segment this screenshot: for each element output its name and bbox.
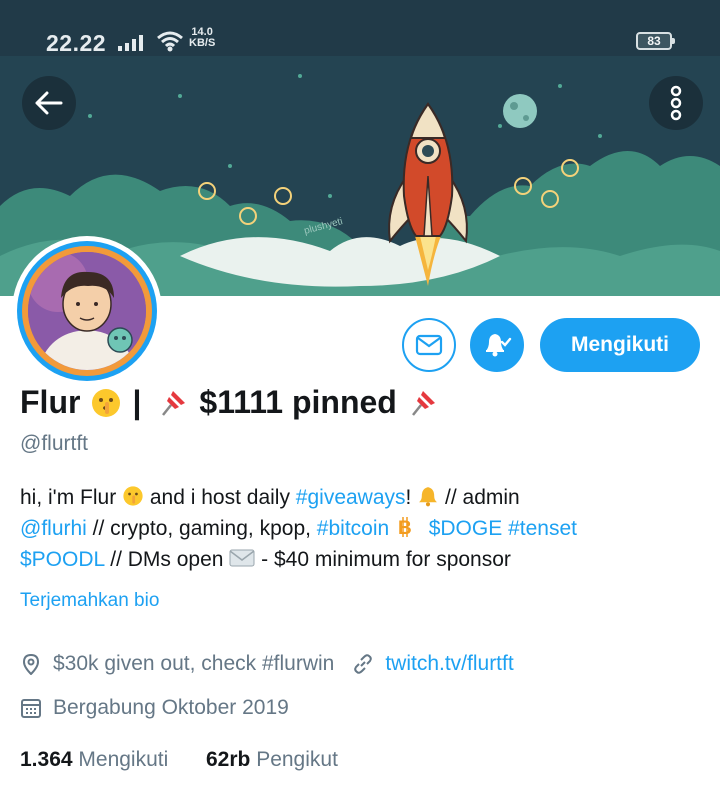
pushpin-icon xyxy=(162,390,186,416)
bell-emoji-icon xyxy=(419,487,438,507)
name-separator: | xyxy=(132,384,142,420)
profile-bio: hi, i'm Flur and i host daily #giveaways… xyxy=(20,486,577,571)
mention-flurhi[interactable]: @flurhi xyxy=(20,517,87,540)
profile-handle: @flurtft xyxy=(20,432,88,455)
hashtag-bitcoin[interactable]: #bitcoin xyxy=(317,517,389,540)
pushpin-icon xyxy=(411,390,435,416)
following-button[interactable]: Mengikuti xyxy=(540,318,700,372)
link-icon xyxy=(354,654,373,674)
message-button[interactable] xyxy=(402,318,456,372)
shush-emoji-icon xyxy=(123,486,143,506)
bell-check-icon xyxy=(486,334,512,357)
hashtag-tenset[interactable]: #tenset xyxy=(508,517,577,540)
translate-bio-link[interactable]: Terjemahkan bio xyxy=(20,590,159,612)
status-bar: 22.22 14.0 KB/S 83 xyxy=(0,0,720,56)
wifi-icon xyxy=(157,31,183,52)
more-vertical-icon xyxy=(670,85,682,121)
calendar-icon xyxy=(21,699,41,718)
back-button[interactable] xyxy=(22,76,76,130)
follow-counts: 1.364 Mengikuti 62rb Pengikut xyxy=(20,748,338,772)
profile-joined-row: Bergabung Oktober 2019 xyxy=(20,696,289,720)
signal-icon xyxy=(118,35,143,51)
svg-text:B: B xyxy=(398,518,412,538)
cashtag-poodl[interactable]: $POODL xyxy=(20,548,104,571)
avatar[interactable] xyxy=(12,236,162,386)
profile-website-link[interactable]: twitch.tv/flurtft xyxy=(385,652,513,676)
cashtag-doge[interactable]: $DOGE xyxy=(429,517,503,540)
shush-emoji-icon xyxy=(92,388,121,417)
followers-count-link[interactable]: 62rb Pengikut xyxy=(206,748,338,771)
profile-joined-date: Bergabung Oktober 2019 xyxy=(53,696,289,719)
name-pinned-text: $1111 pinned xyxy=(199,384,397,420)
name-text: Flur xyxy=(20,384,81,420)
net-speed: 14.0 KB/S xyxy=(189,26,216,49)
profile-location: $30k given out, check #flurwin xyxy=(53,652,335,675)
back-arrow-icon xyxy=(35,91,63,115)
mail-icon xyxy=(415,334,443,356)
status-time: 22.22 xyxy=(46,30,107,56)
profile-name: Flur | $1111 pinned xyxy=(20,384,439,421)
avatar-illustration xyxy=(28,252,146,370)
envelope-emoji-icon xyxy=(229,549,255,567)
profile-meta-row: $30k given out, check #flurwin twitch.tv… xyxy=(20,652,514,676)
notifications-button[interactable] xyxy=(470,318,524,372)
hashtag-giveaways[interactable]: #giveaways xyxy=(296,486,406,509)
battery-indicator: 83 xyxy=(636,32,675,50)
more-options-button[interactable] xyxy=(649,76,703,130)
location-icon xyxy=(22,653,40,675)
bitcoin-icon: B xyxy=(398,517,412,538)
following-count-link[interactable]: 1.364 Mengikuti xyxy=(20,748,168,771)
